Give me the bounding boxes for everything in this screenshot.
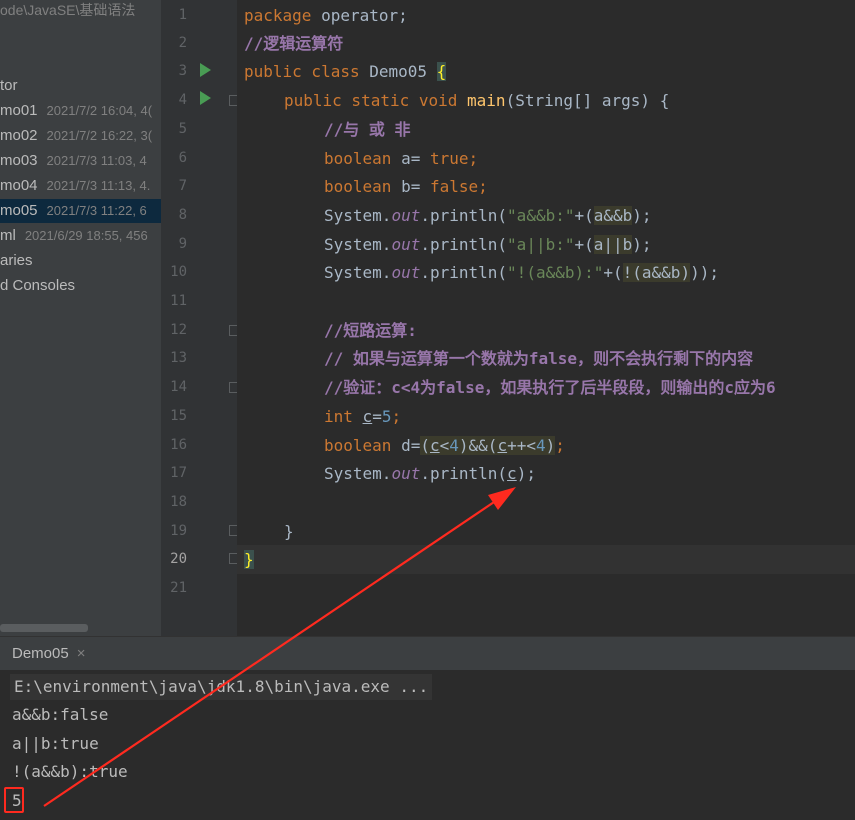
annotation-arrow <box>43 487 516 807</box>
